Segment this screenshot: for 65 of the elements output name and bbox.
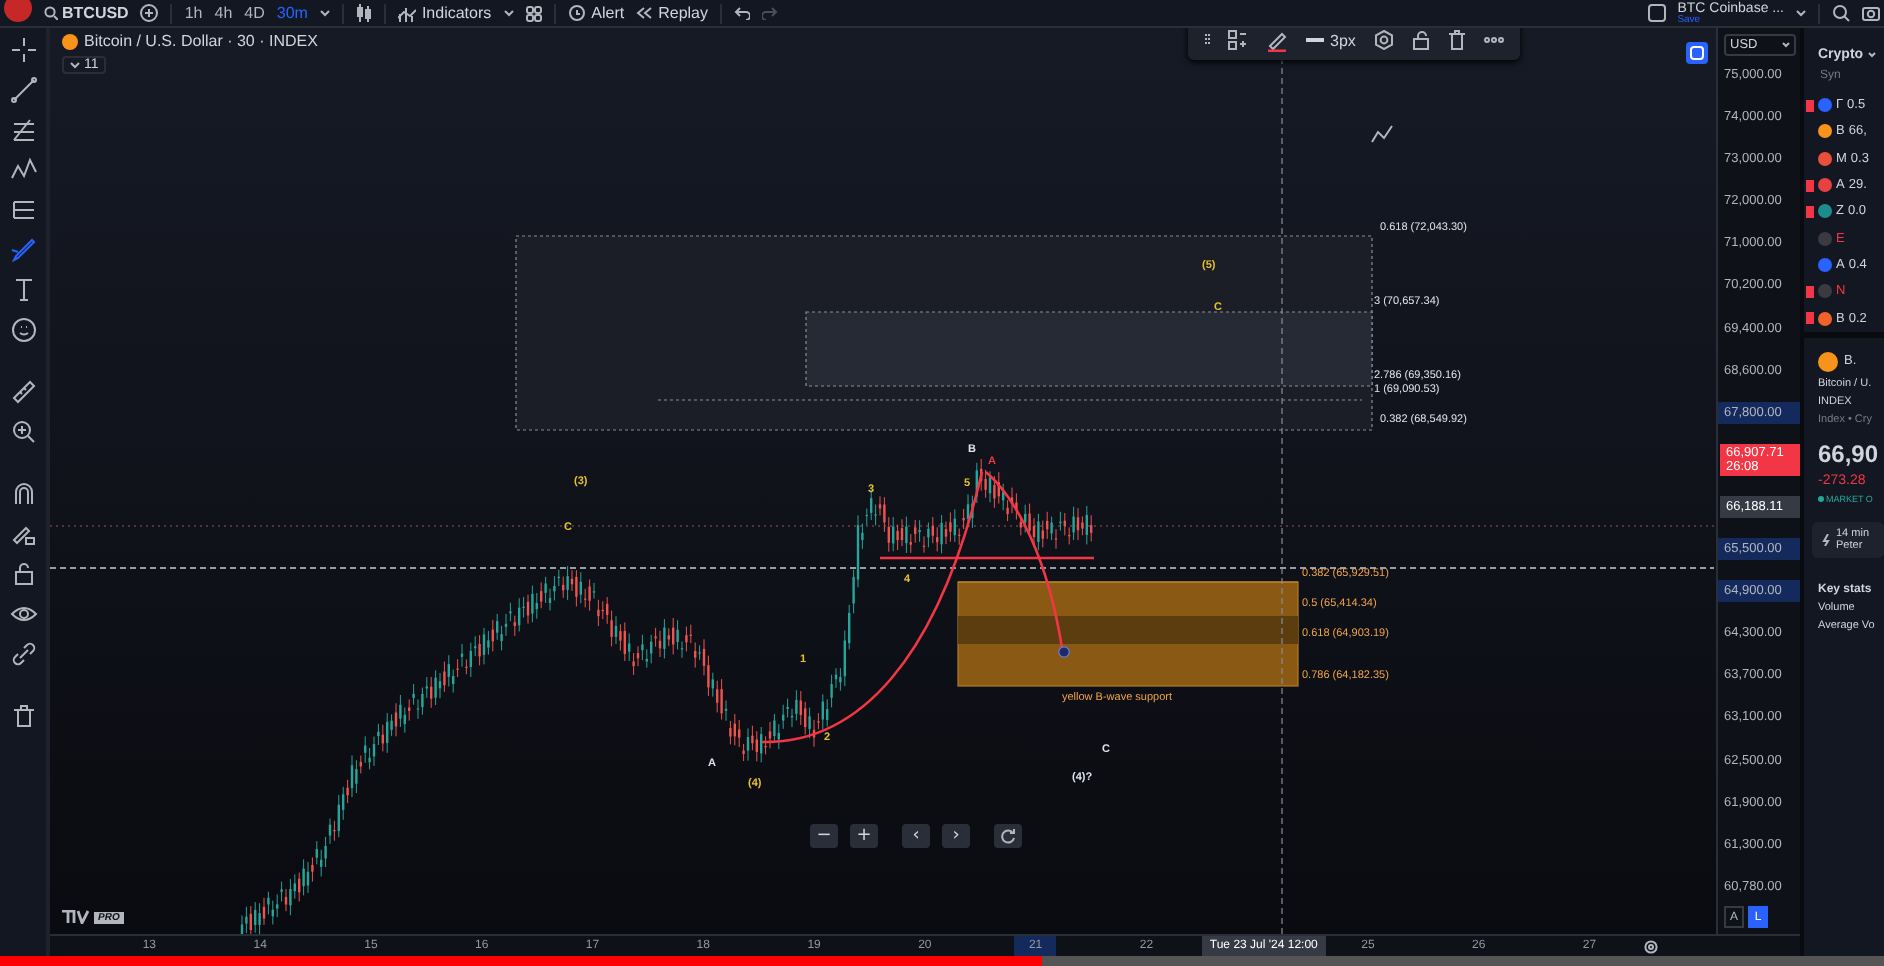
link-icon[interactable] — [9, 639, 37, 667]
zoom-out-button[interactable]: − — [810, 824, 838, 848]
pencil-icon[interactable] — [1266, 29, 1288, 51]
camera-icon[interactable] — [1862, 4, 1880, 22]
alarm-clock-icon — [567, 4, 586, 22]
square-icon[interactable] — [1647, 4, 1666, 22]
ruler-lines-icon[interactable] — [9, 195, 37, 223]
rewind-icon — [636, 6, 653, 20]
bitcoin-icon — [1818, 351, 1838, 372]
drag-handle-icon[interactable] — [1204, 32, 1210, 48]
zoom-in-icon[interactable] — [9, 417, 37, 445]
candles-icon[interactable] — [355, 4, 372, 22]
more-icon[interactable] — [1483, 36, 1504, 44]
caret-icon[interactable] — [503, 9, 514, 17]
trash-icon[interactable] — [9, 701, 37, 729]
caret-icon[interactable] — [1796, 9, 1806, 17]
magnet-icon[interactable] — [9, 479, 37, 507]
scroll-right-button[interactable]: › — [942, 824, 970, 848]
target-marker — [1058, 646, 1070, 658]
indicators-button[interactable]: Indicators — [397, 4, 492, 22]
zoom-in-button[interactable]: + — [850, 824, 878, 848]
trash-icon[interactable] — [1447, 30, 1466, 50]
search-icon — [44, 6, 58, 20]
avatar[interactable] — [4, 0, 32, 22]
scroll-left-button[interactable]: ‹ — [902, 824, 930, 848]
search-icon[interactable] — [1832, 4, 1850, 22]
caret-icon — [1867, 52, 1876, 58]
symbol-search[interactable]: BTCUSD — [44, 4, 129, 22]
reset-button[interactable] — [994, 824, 1022, 848]
lock-icon[interactable] — [9, 559, 37, 587]
caret-icon[interactable] — [319, 9, 330, 17]
alert-button[interactable]: Alert — [567, 4, 625, 22]
settings-icon[interactable] — [1644, 939, 1659, 953]
interval-tab[interactable]: 30m — [276, 4, 308, 22]
smiley-icon[interactable] — [9, 315, 37, 343]
interval-tab[interactable]: 1h — [184, 4, 203, 22]
lightning-icon — [1822, 533, 1830, 546]
ruler-icon[interactable] — [9, 377, 37, 405]
grid-icon[interactable] — [525, 5, 542, 21]
caret-icon — [1782, 42, 1790, 48]
last-price: 66,90 — [1818, 439, 1881, 468]
settings-icon[interactable] — [1373, 30, 1394, 50]
add-icon[interactable] — [140, 4, 159, 22]
chart-title: Bitcoin / U.S. Dollar · 30 · INDEX — [84, 32, 318, 50]
scale-icon — [1690, 46, 1704, 60]
chart-icon — [397, 5, 416, 21]
interval-tab[interactable]: 4h — [214, 4, 233, 22]
undo-icon[interactable] — [734, 6, 750, 20]
status-dot — [1818, 495, 1824, 502]
replay-button[interactable]: Replay — [636, 4, 708, 22]
template-icon[interactable] — [1228, 30, 1248, 50]
auto-scale-button[interactable] — [1686, 42, 1708, 64]
stacked-lines-icon[interactable] — [9, 115, 37, 143]
pencil-icon[interactable] — [9, 235, 37, 263]
chart-icon[interactable] — [1372, 126, 1392, 142]
unlock-icon[interactable] — [1411, 30, 1430, 50]
zigzag-icon[interactable] — [9, 155, 37, 183]
line-icon[interactable] — [9, 75, 37, 103]
crosshair-icon[interactable] — [9, 35, 37, 63]
reset-icon — [1000, 828, 1016, 844]
caret-icon — [70, 61, 80, 69]
line-width-button[interactable]: 3px — [1306, 31, 1356, 49]
bitcoin-icon — [62, 33, 78, 49]
interval-tab[interactable]: 4D — [244, 4, 265, 22]
tv-logo-icon — [62, 910, 90, 924]
